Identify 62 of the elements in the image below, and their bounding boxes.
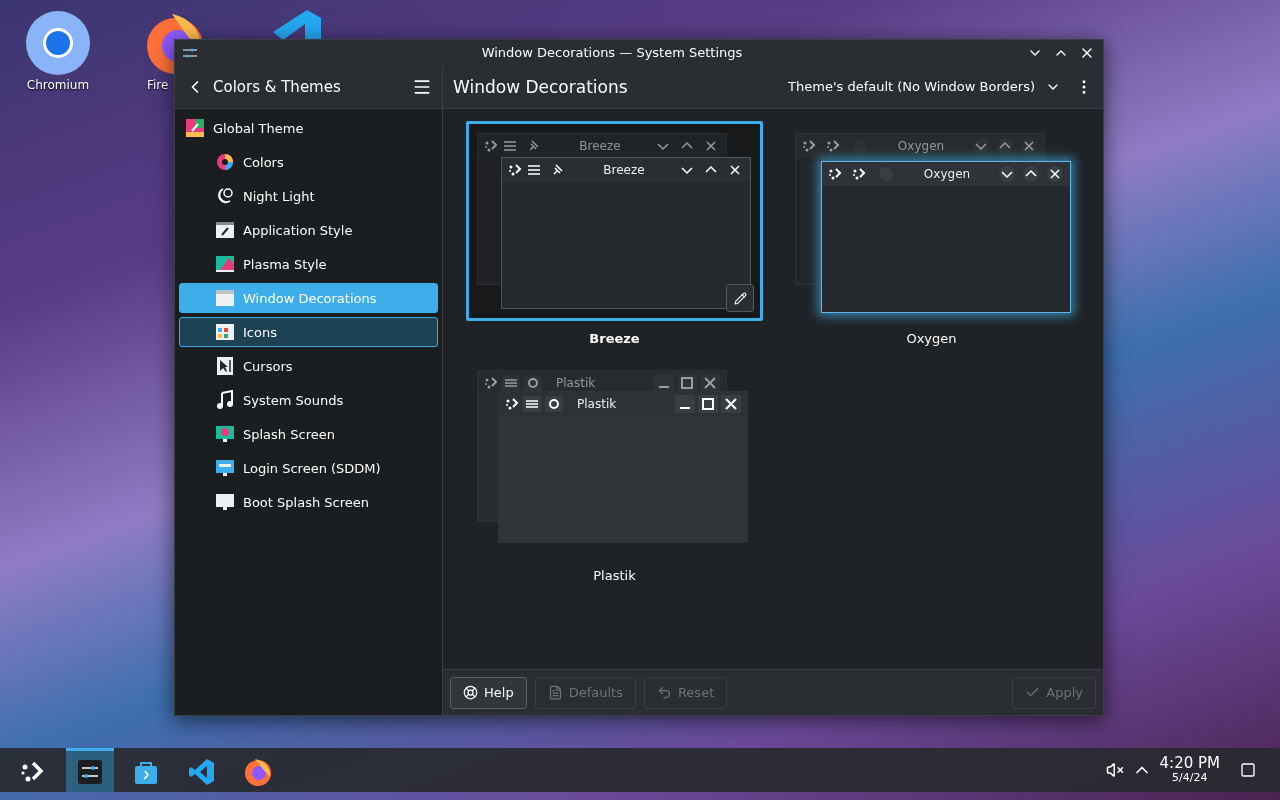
- window-preview-title: Plastik: [556, 376, 597, 390]
- window-preview-title: Oxygen: [922, 167, 972, 181]
- border-size-dropdown[interactable]: Theme's default (No Window Borders): [782, 74, 1067, 99]
- sidebar-title: Colors & Themes: [213, 77, 342, 96]
- sidebar-item[interactable]: Colors: [179, 147, 438, 177]
- monitor-icon: [215, 458, 235, 478]
- sidebar-item[interactable]: Login Screen (SDDM): [179, 453, 438, 483]
- sidebar-item[interactable]: System Sounds: [179, 385, 438, 415]
- theme-preview[interactable]: Oxygen Oxygen: [783, 121, 1080, 321]
- taskbar-item[interactable]: [66, 748, 114, 792]
- music-note-icon: [215, 390, 235, 410]
- edit-button[interactable]: [726, 284, 754, 312]
- window-icon: [215, 288, 235, 308]
- lifebuoy-icon: [463, 685, 478, 700]
- window-title: Window Decorations — System Settings: [480, 45, 744, 60]
- sidebar-item[interactable]: Global Theme: [179, 113, 438, 143]
- sidebar-item[interactable]: Night Light: [179, 181, 438, 211]
- sidebar-item[interactable]: Boot Splash Screen: [179, 487, 438, 517]
- clock[interactable]: 4:20 PM 5/4/24: [1159, 756, 1220, 784]
- desktop-icon-label[interactable]: Fire: [147, 78, 169, 92]
- theme-name: Oxygen: [906, 331, 957, 346]
- sidebar-item[interactable]: Splash Screen: [179, 419, 438, 449]
- color-wheel-icon: [215, 152, 235, 172]
- firefox-icon: [243, 756, 273, 787]
- muted-speaker-icon[interactable]: [1105, 761, 1124, 779]
- window-controls-icon: [998, 165, 1064, 183]
- window-preview-title: Plastik: [577, 397, 618, 411]
- undo-icon: [656, 685, 672, 700]
- picture-icon: [215, 254, 235, 274]
- palette-icon: [185, 118, 205, 138]
- theme-preview[interactable]: Breeze Breeze: [466, 121, 763, 321]
- titlebar-buttons-icon: [828, 166, 896, 182]
- clock-date: 5/4/24: [1172, 772, 1208, 784]
- theme-name: Breeze: [589, 331, 640, 346]
- sidebar-item[interactable]: Icons: [179, 317, 438, 347]
- monitor-icon: [215, 492, 235, 512]
- icon-grid-icon: [215, 322, 235, 342]
- titlebar-buttons-icon: [802, 138, 870, 154]
- page-title: Window Decorations: [453, 76, 629, 97]
- chromium-logo-icon: [25, 10, 91, 76]
- cursor-icon: [215, 356, 235, 376]
- window-controls-icon: [675, 395, 741, 413]
- monitor-icon: [215, 424, 235, 444]
- pencil-icon: [733, 291, 747, 305]
- clock-time: 4:20 PM: [1159, 756, 1220, 773]
- document-icon: [547, 685, 563, 700]
- brush-window-icon: [215, 220, 235, 240]
- footer-button[interactable]: Help: [450, 676, 527, 709]
- theme-name: Plastik: [593, 568, 636, 583]
- code-editor-icon: [187, 756, 217, 787]
- window-controls-icon: [654, 374, 720, 392]
- window-preview-title: Oxygen: [896, 139, 946, 153]
- sidebar-item[interactable]: Application Style: [179, 215, 438, 245]
- show-desktop-icon[interactable]: [1240, 762, 1256, 778]
- moon-bulb-icon: [215, 186, 235, 206]
- window-preview-title: Breeze: [578, 139, 622, 153]
- window-controls-icon: [972, 137, 1038, 155]
- sidebar-item[interactable]: Cursors: [179, 351, 438, 381]
- theme-preview[interactable]: Plastik Plastik: [466, 358, 763, 558]
- window-preview-title: Breeze: [602, 163, 646, 177]
- sidebar-item[interactable]: Plasma Style: [179, 249, 438, 279]
- desktop-icon-label[interactable]: Chromium: [26, 78, 90, 92]
